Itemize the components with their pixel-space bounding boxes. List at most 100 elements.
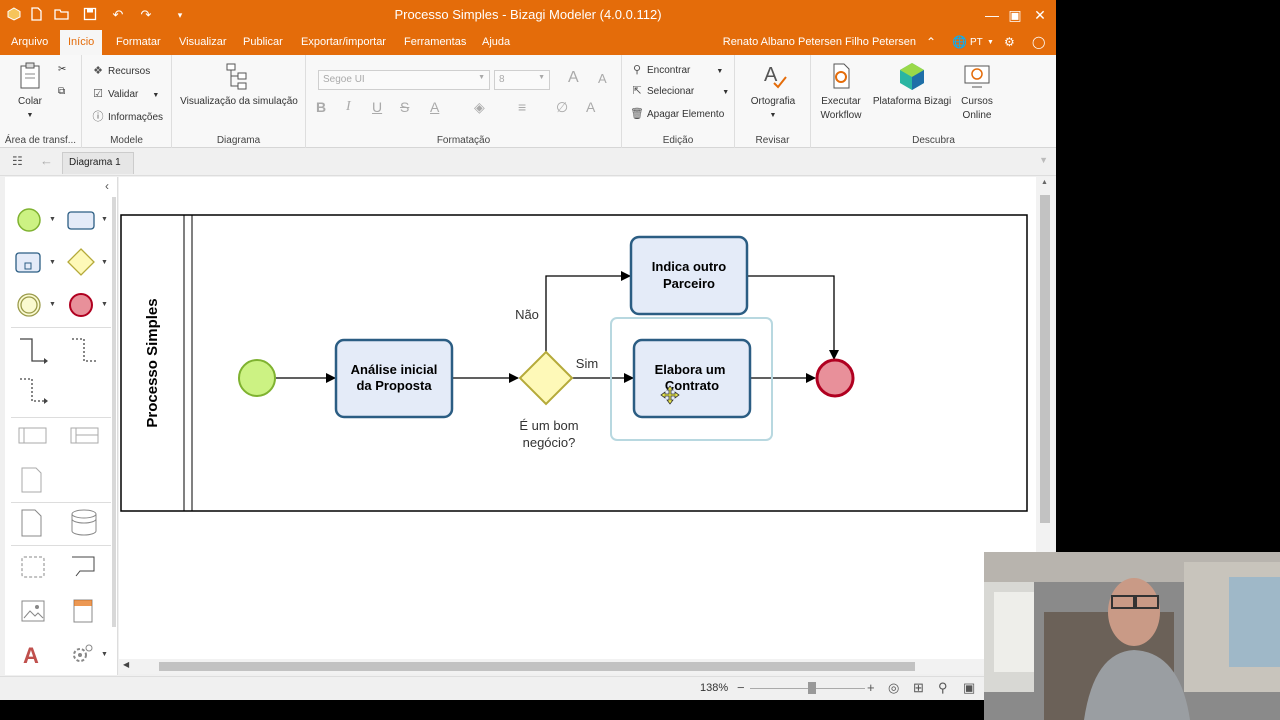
- ribbon: Colar ▼ ✂ ⧉ Área de transf... ❖ Recursos …: [0, 55, 1056, 148]
- minimize-button[interactable]: —: [980, 5, 1004, 25]
- close-button[interactable]: ✕: [1028, 5, 1052, 25]
- globe-icon[interactable]: 🌐: [952, 30, 967, 55]
- paste-button[interactable]: Colar ▼: [10, 61, 50, 123]
- fit-page-icon[interactable]: ⊞: [913, 680, 924, 696]
- info-button[interactable]: ⓘ Informações: [91, 108, 164, 126]
- collapse-ribbon-icon[interactable]: ⌃: [926, 30, 936, 55]
- message-flow-tool-icon[interactable]: [17, 375, 49, 407]
- resources-button[interactable]: ❖ Recursos: [91, 62, 150, 80]
- tab-diagram-1[interactable]: Diagrama 1: [62, 152, 134, 174]
- palette-scrollbar[interactable]: [112, 197, 116, 627]
- custom-shapes-gear-icon[interactable]: [67, 641, 97, 669]
- menu-visualizar[interactable]: Visualizar: [171, 30, 235, 55]
- task-indica-outro-parceiro[interactable]: Indica outro Parceiro: [629, 235, 749, 316]
- font-family-select[interactable]: Segoe UI ▼: [318, 70, 490, 90]
- select-button[interactable]: ⇱ Selecionar ▼: [630, 82, 729, 100]
- group-tool-icon[interactable]: [19, 553, 47, 581]
- gateway-tool-icon[interactable]: [65, 247, 97, 277]
- diagram-canvas[interactable]: Processo Simples Análise inicial da Prop…: [119, 177, 1036, 659]
- font-size-select[interactable]: 8 ▼: [494, 70, 550, 90]
- data-store-tool-icon[interactable]: [69, 507, 99, 539]
- select-label: Selecionar: [647, 86, 695, 97]
- copy-icon[interactable]: ⧉: [58, 83, 65, 101]
- chevron-down-icon[interactable]: ▼: [49, 216, 56, 223]
- bold-icon[interactable]: B: [316, 99, 326, 115]
- user-name[interactable]: Renato Albano Petersen Filho Petersen: [723, 30, 916, 55]
- clear-format-icon[interactable]: ∅: [556, 99, 568, 116]
- language-selector[interactable]: PT: [970, 30, 983, 55]
- pool-tool-icon[interactable]: [17, 425, 49, 447]
- text-color-icon[interactable]: A: [586, 99, 595, 115]
- milestone-tool-icon[interactable]: [19, 465, 45, 495]
- menu-ferramentas[interactable]: Ferramentas: [396, 30, 474, 55]
- menu-exportar-importar[interactable]: Exportar/importar: [293, 30, 394, 55]
- run-workflow-button[interactable]: Executar Workflow: [815, 61, 867, 123]
- chevron-down-icon[interactable]: ▼: [987, 30, 994, 55]
- tabs-dropdown-icon[interactable]: ▼: [1039, 155, 1048, 165]
- fit-width-icon[interactable]: ▣: [963, 680, 975, 696]
- font-grow-icon[interactable]: A: [568, 69, 579, 87]
- desktop-background: [1056, 0, 1280, 552]
- image-tool-icon[interactable]: [19, 597, 47, 625]
- horizontal-scrollbar[interactable]: ◀: [119, 659, 1036, 674]
- zoom-in-icon[interactable]: +: [867, 680, 875, 695]
- lightbulb-icon[interactable]: ◯: [1032, 30, 1045, 55]
- menu-publicar[interactable]: Publicar: [235, 30, 291, 55]
- menu-ajuda[interactable]: Ajuda: [474, 30, 518, 55]
- find-button[interactable]: ⚲ Encontrar ▼: [630, 61, 723, 79]
- bizagi-platform-button[interactable]: Plataforma Bizagi: [869, 61, 955, 109]
- scroll-left-icon[interactable]: ◀: [123, 660, 129, 669]
- fill-color-icon[interactable]: ◈: [474, 99, 485, 116]
- simulation-view-button[interactable]: Visualização da simulação: [178, 61, 300, 109]
- strikethrough-icon[interactable]: S: [400, 99, 409, 115]
- task-elabora-contrato[interactable]: Elabora um Contrato: [632, 338, 752, 419]
- intermediate-event-tool-icon[interactable]: [15, 291, 43, 319]
- online-courses-button[interactable]: Cursos Online: [957, 61, 997, 123]
- menu-inicio[interactable]: Início: [60, 30, 103, 55]
- zoom-search-icon[interactable]: ⚲: [938, 680, 948, 696]
- zoom-actual-size-icon[interactable]: ◎: [888, 680, 899, 696]
- zoom-slider-thumb[interactable]: [808, 682, 816, 694]
- diagram-tree-icon[interactable]: ☷: [12, 154, 23, 168]
- menu-formatar[interactable]: Formatar: [108, 30, 169, 55]
- menu-arquivo[interactable]: Arquivo: [3, 30, 56, 55]
- scroll-up-icon[interactable]: ▲: [1041, 179, 1048, 186]
- delete-element-button[interactable]: 🗑 Apagar Elemento: [630, 105, 724, 123]
- start-event[interactable]: [238, 359, 276, 397]
- vertical-scroll-thumb[interactable]: [1040, 195, 1050, 523]
- validate-button[interactable]: ☑ Validar ▼: [91, 85, 159, 103]
- task-analise-inicial[interactable]: Análise inicial da Proposta: [334, 338, 454, 419]
- chevron-down-icon[interactable]: ▼: [49, 259, 56, 266]
- gear-icon[interactable]: ⚙: [1004, 30, 1015, 55]
- maximize-button[interactable]: ▣: [1003, 5, 1027, 25]
- align-icon[interactable]: ≡: [518, 99, 526, 115]
- horizontal-scroll-thumb[interactable]: [159, 662, 915, 671]
- data-object-tool-icon[interactable]: [19, 507, 45, 539]
- header-tool-icon[interactable]: [71, 597, 97, 625]
- italic-icon[interactable]: I: [346, 99, 351, 115]
- spelling-button[interactable]: A Ortografia ▼: [743, 61, 803, 123]
- chevron-down-icon[interactable]: ▼: [101, 216, 108, 223]
- subprocess-tool-icon[interactable]: [13, 249, 45, 277]
- association-tool-icon[interactable]: [69, 335, 101, 367]
- annotation-tool-icon[interactable]: [69, 553, 99, 581]
- font-shrink-icon[interactable]: A: [598, 71, 607, 86]
- sequence-flow-tool-icon[interactable]: [17, 335, 49, 367]
- lane-tool-icon[interactable]: [69, 425, 101, 447]
- chevron-down-icon[interactable]: ▼: [49, 301, 56, 308]
- font-color-icon[interactable]: A: [430, 99, 439, 115]
- chevron-down-icon[interactable]: ▼: [101, 651, 108, 658]
- back-arrow-icon[interactable]: ←: [40, 153, 53, 168]
- cut-icon[interactable]: ✂: [58, 61, 66, 79]
- zoom-out-icon[interactable]: −: [737, 680, 745, 695]
- end-event-tool-icon[interactable]: [67, 291, 95, 319]
- underline-icon[interactable]: U: [372, 99, 382, 115]
- group-label-diagram: Diagrama: [216, 135, 261, 146]
- text-tool-icon[interactable]: A: [19, 641, 47, 669]
- end-event[interactable]: [815, 358, 855, 398]
- task-tool-icon[interactable]: [65, 206, 97, 234]
- collapse-palette-icon[interactable]: ‹: [105, 179, 109, 193]
- chevron-down-icon[interactable]: ▼: [101, 301, 108, 308]
- start-event-tool-icon[interactable]: [15, 206, 43, 234]
- chevron-down-icon[interactable]: ▼: [101, 259, 108, 266]
